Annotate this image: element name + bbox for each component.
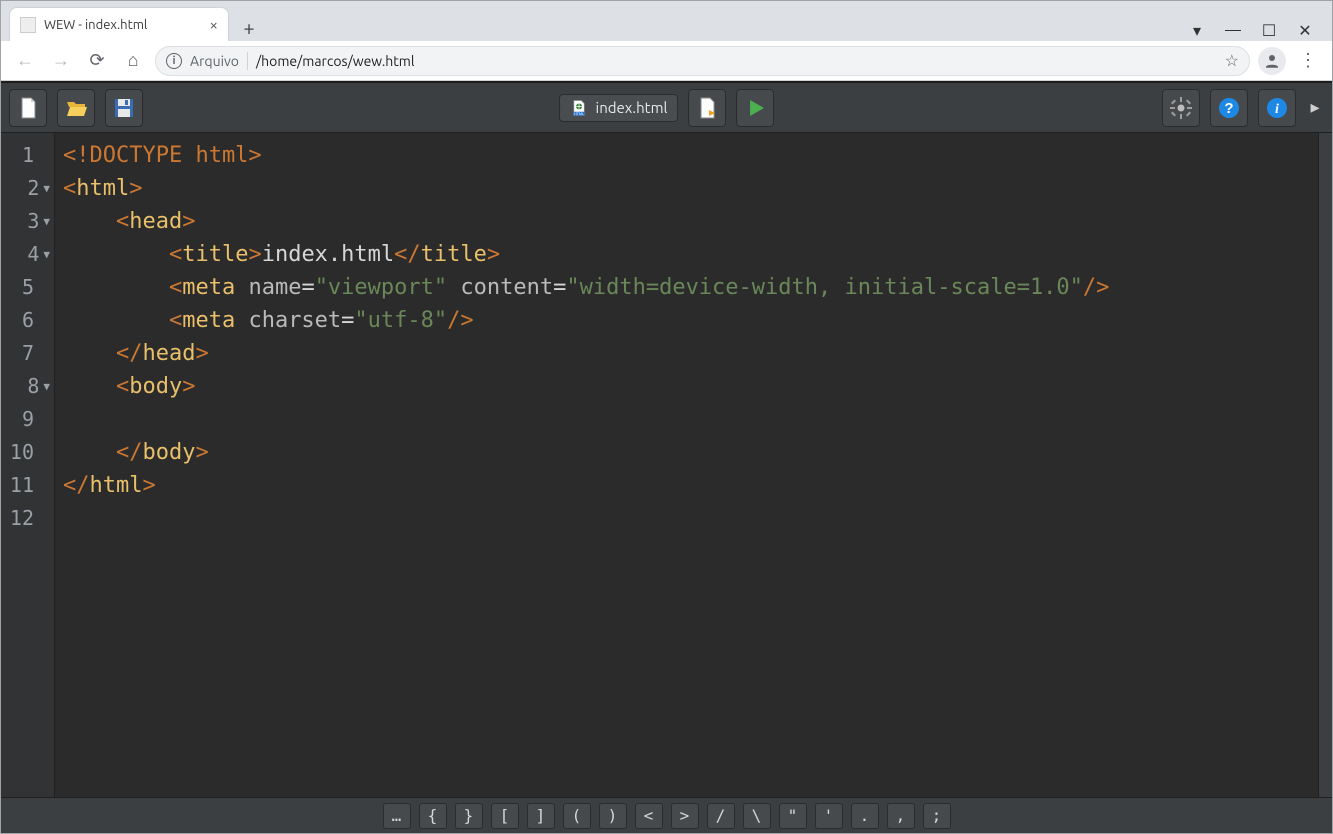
nav-reload-button[interactable]: ⟳ <box>83 47 111 75</box>
line-number[interactable]: 2▼ <box>1 172 50 205</box>
symbol-key[interactable]: < <box>635 803 663 829</box>
favicon-icon <box>20 17 36 33</box>
line-number[interactable]: 4▼ <box>1 238 50 271</box>
code-line[interactable]: <meta name="viewport" content="width=dev… <box>63 271 1310 304</box>
code-line[interactable]: <head> <box>63 205 1310 238</box>
browser-toolbar: ← → ⟳ ⌂ i Arquivo /home/marcos/wew.html … <box>1 41 1332 81</box>
symbol-key[interactable]: > <box>671 803 699 829</box>
symbol-key[interactable]: ) <box>599 803 627 829</box>
svg-text:i: i <box>1275 102 1279 117</box>
fold-toggle-icon[interactable]: ▼ <box>43 205 50 238</box>
symbol-key[interactable]: \ <box>743 803 771 829</box>
code-line[interactable]: <title>index.html</title> <box>63 238 1310 271</box>
help-button[interactable]: ? <box>1210 89 1248 127</box>
save-file-button[interactable] <box>105 89 143 127</box>
run-button[interactable] <box>736 89 774 127</box>
editor-toolbar: HTML index.html ? i ▸ <box>1 83 1332 133</box>
code-line[interactable]: <!DOCTYPE html> <box>63 139 1310 172</box>
symbol-key[interactable]: ] <box>527 803 555 829</box>
line-number[interactable]: 3▼ <box>1 205 50 238</box>
profile-avatar-button[interactable] <box>1258 47 1286 75</box>
symbol-key[interactable]: / <box>707 803 735 829</box>
symbol-key[interactable]: ' <box>815 803 843 829</box>
symbol-key[interactable]: { <box>419 803 447 829</box>
browser-tab-strip: WEW - index.html × + ▾ — ☐ ✕ <box>1 1 1332 41</box>
url-scheme-label: Arquivo <box>190 53 239 69</box>
help-icon: ? <box>1217 96 1241 120</box>
nav-back-button[interactable]: ← <box>11 47 39 75</box>
code-line[interactable] <box>63 403 1310 436</box>
line-number[interactable]: 8▼ <box>1 370 50 403</box>
code-line[interactable] <box>63 502 1310 535</box>
browser-tab[interactable]: WEW - index.html × <box>9 7 229 41</box>
new-tab-button[interactable]: + <box>235 13 263 41</box>
line-number[interactable]: 6 <box>1 304 50 337</box>
fold-toggle-icon[interactable]: ▼ <box>43 238 50 271</box>
symbol-key[interactable]: ( <box>563 803 591 829</box>
symbol-key[interactable]: " <box>779 803 807 829</box>
editor-app: HTML index.html ? i ▸ 12▼3▼4▼5 <box>1 81 1332 833</box>
code-line[interactable]: </head> <box>63 337 1310 370</box>
svg-text:?: ? <box>1224 100 1233 117</box>
tab-close-button[interactable]: × <box>210 16 218 33</box>
editor-file-tab[interactable]: HTML index.html <box>559 94 679 122</box>
browser-menu-button[interactable]: ⋮ <box>1294 47 1322 75</box>
symbol-key[interactable]: … <box>383 803 411 829</box>
symbol-key[interactable]: , <box>887 803 915 829</box>
svg-text:HTML: HTML <box>573 111 583 115</box>
symbol-key[interactable]: . <box>851 803 879 829</box>
window-dropdown-button[interactable]: ▾ <box>1186 19 1208 41</box>
site-info-icon[interactable]: i <box>166 53 182 69</box>
new-file-button[interactable] <box>9 89 47 127</box>
code-line[interactable]: <meta charset="utf-8"/> <box>63 304 1310 337</box>
code-line[interactable]: </body> <box>63 436 1310 469</box>
info-icon: i <box>1265 96 1289 120</box>
tab-title: WEW - index.html <box>44 18 147 32</box>
symbol-bar: … {} [] () < > / \ " '.,; <box>1 797 1332 833</box>
line-number-gutter[interactable]: 12▼3▼4▼5678▼9101112 <box>1 133 55 797</box>
info-button[interactable]: i <box>1258 89 1296 127</box>
line-number[interactable]: 10 <box>1 436 50 469</box>
nav-home-button[interactable]: ⌂ <box>119 47 147 75</box>
file-action-button[interactable] <box>688 89 726 127</box>
window-minimize-button[interactable]: — <box>1222 19 1244 41</box>
nav-forward-button[interactable]: → <box>47 47 75 75</box>
line-number[interactable]: 5 <box>1 271 50 304</box>
open-file-button[interactable] <box>57 89 95 127</box>
toolbar-overflow-button[interactable]: ▸ <box>1306 97 1324 118</box>
address-bar[interactable]: i Arquivo /home/marcos/wew.html ☆ <box>155 46 1250 76</box>
editor-area: 12▼3▼4▼5678▼9101112 <!DOCTYPE html><html… <box>1 133 1332 797</box>
line-number[interactable]: 9 <box>1 403 50 436</box>
fold-toggle-icon[interactable]: ▼ <box>43 370 50 403</box>
bookmark-star-icon[interactable]: ☆ <box>1225 51 1239 70</box>
settings-button[interactable] <box>1162 89 1200 127</box>
html-file-icon: HTML <box>570 99 588 117</box>
window-close-button[interactable]: ✕ <box>1294 19 1316 41</box>
code-line[interactable]: <body> <box>63 370 1310 403</box>
url-path: /home/marcos/wew.html <box>256 53 415 69</box>
window-maximize-button[interactable]: ☐ <box>1258 19 1280 41</box>
fold-toggle-icon[interactable]: ▼ <box>43 172 50 205</box>
omnibox-separator <box>247 52 248 70</box>
line-number[interactable]: 12 <box>1 502 50 535</box>
code-editor[interactable]: <!DOCTYPE html><html> <head> <title>inde… <box>55 133 1318 797</box>
line-number[interactable]: 7 <box>1 337 50 370</box>
window-controls: ▾ — ☐ ✕ <box>1186 19 1324 41</box>
line-number[interactable]: 11 <box>1 469 50 502</box>
symbol-key[interactable]: [ <box>491 803 519 829</box>
gear-icon <box>1169 96 1193 120</box>
vertical-scrollbar[interactable] <box>1318 133 1332 797</box>
line-number[interactable]: 1 <box>1 139 50 172</box>
code-line[interactable]: </html> <box>63 469 1310 502</box>
editor-file-tab-label: index.html <box>596 99 668 116</box>
symbol-key[interactable]: } <box>455 803 483 829</box>
code-line[interactable]: <html> <box>63 172 1310 205</box>
symbol-key[interactable]: ; <box>923 803 951 829</box>
